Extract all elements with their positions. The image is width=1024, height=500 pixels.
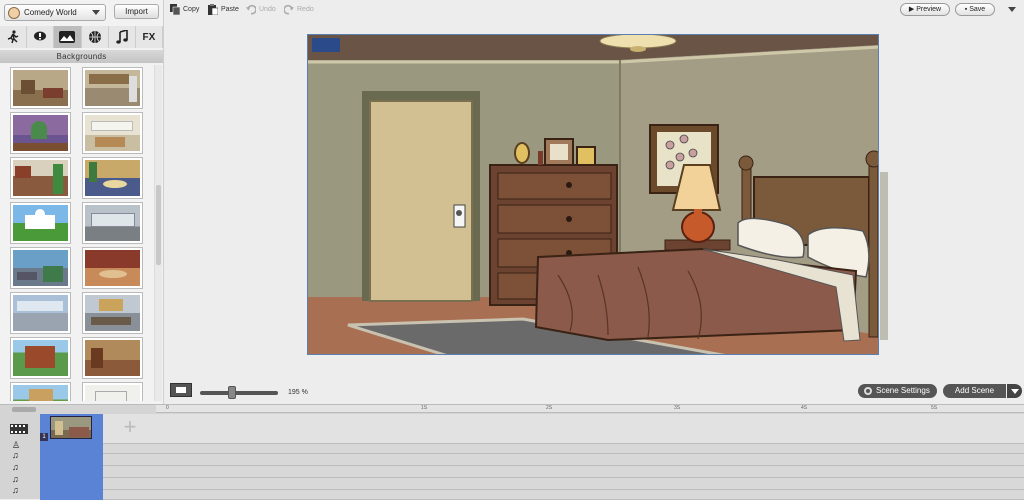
scene-track[interactable] (40, 414, 1024, 444)
tab-props[interactable] (27, 26, 55, 48)
preview-label: Preview (916, 6, 942, 13)
asset-panel: Comedy World Import FX Backgrounds (0, 0, 164, 404)
thumbnail-hallway-green[interactable] (10, 112, 71, 154)
thumbnail-gym[interactable] (10, 292, 71, 334)
character-track[interactable] (40, 444, 1024, 454)
music-track[interactable] (40, 478, 1024, 490)
music-note-icon (116, 30, 128, 44)
scrollbar-thumb[interactable] (156, 185, 161, 265)
paste-button[interactable]: Paste (208, 4, 239, 15)
thumbnail-classroom[interactable] (82, 382, 143, 401)
copy-label: Copy (183, 6, 200, 13)
scene-settings-button[interactable]: Scene Settings (858, 384, 937, 398)
thumbnail-white-house[interactable] (10, 202, 71, 244)
theme-selector[interactable]: Comedy World (4, 4, 106, 21)
thumbnail-park-city[interactable] (10, 247, 71, 289)
tab-characters[interactable] (0, 26, 28, 48)
scene-canvas[interactable] (307, 34, 879, 355)
music-note-icon: ♫ (12, 474, 19, 484)
undo-icon (246, 4, 256, 15)
undo-label: Undo (259, 6, 276, 13)
timeline-tracks (40, 414, 1024, 500)
paste-label: Paste (221, 6, 239, 13)
thumbnail-subway[interactable] (82, 202, 143, 244)
running-figure-icon (7, 30, 19, 44)
gear-icon (864, 387, 872, 395)
import-button[interactable]: Import (114, 4, 159, 19)
background-thumbnail-grid (4, 65, 151, 401)
add-scene-placeholder[interactable]: + (113, 415, 147, 441)
music-track[interactable] (40, 466, 1024, 478)
fx-label: FX (142, 31, 156, 43)
add-scene-button[interactable]: Add Scene (943, 384, 1006, 398)
save-button[interactable]: ▪ Save (955, 3, 995, 16)
timeline: 0 1S 2S 3S 4S 5S 1 + ♙ ♫ ♫ ♫ ♫ (0, 404, 1024, 500)
music-note-icon: ♫ (12, 450, 19, 460)
thumbnail-office[interactable] (10, 157, 71, 199)
music-track[interactable] (40, 454, 1024, 466)
thumbnail-kitchen[interactable] (82, 67, 143, 109)
thumbnail-lobby-plants[interactable] (82, 157, 143, 199)
section-title: Backgrounds (0, 50, 163, 63)
basketball-icon (88, 31, 101, 43)
thumbnail-office-desks[interactable] (82, 292, 143, 334)
preview-button[interactable]: ▶ Preview (900, 3, 950, 16)
landscape-icon (59, 31, 76, 43)
thumbnail-kitchen-white[interactable] (82, 112, 143, 154)
paste-icon (208, 4, 218, 15)
zoom-value: 195 % (288, 389, 308, 396)
speech-bubble-icon (34, 31, 47, 41)
character-face-icon (8, 6, 20, 19)
timeline-ruler[interactable]: 0 1S 2S 3S 4S 5S (156, 405, 1024, 413)
menu-chevron-icon[interactable] (1008, 7, 1016, 12)
tab-shapes[interactable] (82, 26, 109, 48)
zoom-slider-track[interactable] (200, 391, 278, 395)
timeline-scroll-handle[interactable] (12, 407, 36, 412)
tab-fx[interactable]: FX (136, 26, 164, 48)
tab-backgrounds[interactable] (54, 26, 82, 48)
tick-label: 1S (421, 405, 428, 411)
tick-label: 5S (931, 405, 938, 411)
offcanvas-edge (880, 172, 888, 340)
scene-settings-label: Scene Settings (876, 386, 930, 395)
zoom-slider-handle[interactable] (228, 386, 236, 399)
thumbnail-scrollbar[interactable] (154, 65, 162, 401)
undo-button[interactable]: Undo (246, 4, 276, 15)
music-note-icon: ♫ (12, 485, 19, 495)
redo-icon (284, 4, 294, 15)
copy-button[interactable]: Copy (170, 4, 199, 15)
thumbnail-campus[interactable] (10, 382, 71, 401)
theme-label: Comedy World (24, 8, 77, 17)
chevron-down-icon (92, 10, 100, 15)
category-tabs: FX (0, 26, 164, 48)
redo-label: Redo (297, 6, 314, 13)
thumbnail-lounge[interactable] (82, 337, 143, 379)
copy-icon (170, 4, 180, 15)
music-note-icon: ♫ (12, 462, 19, 472)
add-scene-dropdown[interactable] (1007, 384, 1022, 398)
tick-label: 4S (801, 405, 808, 411)
scene-number-badge[interactable]: 1 (40, 433, 48, 441)
bedroom-background (308, 35, 878, 354)
tick-label: 2S (546, 405, 553, 411)
redo-button[interactable]: Redo (284, 4, 314, 15)
film-strip-icon (10, 424, 28, 434)
thumbnail-restaurant[interactable] (82, 247, 143, 289)
save-label: Save (969, 6, 986, 13)
tab-music[interactable] (109, 26, 136, 48)
scene-thumbnail[interactable] (50, 416, 92, 439)
camera-frame-icon[interactable] (170, 383, 192, 397)
tick-label: 0 (166, 405, 169, 411)
thumbnail-school-building[interactable] (10, 337, 71, 379)
thumbnail-living-room[interactable] (10, 67, 71, 109)
tick-label: 3S (674, 405, 681, 411)
